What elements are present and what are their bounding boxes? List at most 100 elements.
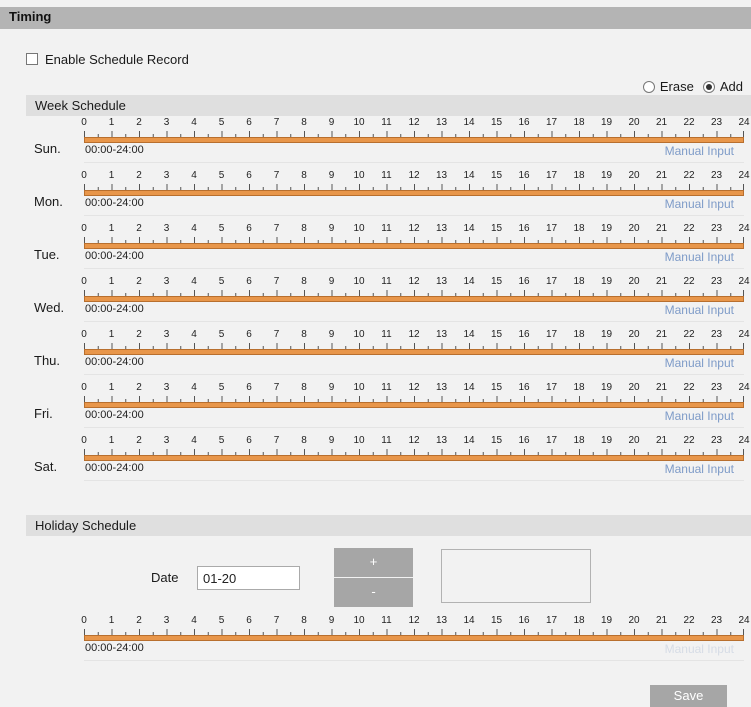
hour-label: 22: [683, 223, 695, 234]
date-label: Date: [151, 570, 179, 585]
hour-label: 13: [435, 329, 448, 340]
hour-label: 3: [163, 615, 170, 626]
hour-label: 13: [435, 223, 448, 234]
hour-label: 11: [381, 435, 392, 446]
hour-label: 7: [273, 329, 280, 340]
row-divider: [84, 660, 744, 661]
enable-schedule-row[interactable]: Enable Schedule Record: [26, 51, 189, 67]
day-row-sun-schedule-bar[interactable]: [84, 137, 744, 143]
enable-schedule-checkbox[interactable]: [26, 53, 38, 65]
hour-label: 10: [353, 615, 365, 626]
hour-label: 21: [655, 276, 668, 287]
day-row-sun-manual-input-link[interactable]: Manual Input: [665, 144, 734, 158]
hour-label: 18: [573, 382, 585, 393]
hour-label: 13: [435, 615, 448, 626]
hour-label: 9: [328, 223, 335, 234]
hour-label: 20: [628, 223, 640, 234]
hour-label: 12: [408, 615, 420, 626]
hour-label: 15: [490, 435, 503, 446]
day-row-sat-time-range: 00:00-24:00: [85, 462, 144, 474]
day-row-fri-manual-input-link[interactable]: Manual Input: [665, 409, 734, 423]
erase-radio[interactable]: [642, 80, 655, 93]
hour-label: 24: [738, 117, 750, 128]
hour-label: 5: [218, 329, 225, 340]
hour-label: 1: [108, 170, 115, 181]
hour-label: 4: [191, 382, 197, 393]
hour-label: 18: [573, 223, 585, 234]
hour-label: 23: [710, 329, 723, 340]
hour-label: 15: [490, 170, 503, 181]
day-row-thu-schedule-bar[interactable]: [84, 349, 744, 355]
add-radio[interactable]: [702, 80, 715, 93]
day-row-sat-schedule-bar[interactable]: [84, 455, 744, 461]
hour-label: 12: [408, 117, 420, 128]
hour-label: 0: [81, 615, 87, 626]
hour-label: 15: [490, 615, 503, 626]
day-row-fri-schedule-bar[interactable]: [84, 402, 744, 408]
hour-label: 21: [655, 170, 668, 181]
hour-label: 24: [738, 170, 750, 181]
hour-label: 23: [710, 170, 723, 181]
hour-label: 7: [273, 615, 280, 626]
hour-label: 9: [328, 276, 335, 287]
day-row-wed-manual-input-link[interactable]: Manual Input: [665, 303, 734, 317]
hour-label: 3: [163, 117, 170, 128]
day-row-thu-day-label: Thu.: [34, 353, 61, 368]
hour-label: 20: [628, 170, 640, 181]
hour-label: 0: [81, 223, 87, 234]
holiday-manual-input-link[interactable]: Manual Input: [665, 642, 734, 656]
save-button[interactable]: Save: [650, 685, 727, 707]
hour-label: 6: [246, 223, 252, 234]
hour-label: 3: [163, 170, 170, 181]
day-row-wed-time-range: 00:00-24:00: [85, 303, 144, 315]
hour-label: 6: [246, 117, 252, 128]
remove-date-button[interactable]: -: [334, 578, 413, 607]
day-row-thu-manual-input-link[interactable]: Manual Input: [665, 356, 734, 370]
day-row-sat-manual-input-link[interactable]: Manual Input: [665, 462, 734, 476]
hour-label: 19: [600, 276, 613, 287]
day-row-mon-schedule-bar[interactable]: [84, 190, 744, 196]
hour-label: 1: [108, 329, 115, 340]
hour-label: 15: [490, 117, 503, 128]
hour-label: 12: [408, 170, 420, 181]
holiday-date-input[interactable]: [197, 566, 300, 590]
hour-label: 23: [710, 382, 723, 393]
page-title: Timing: [9, 9, 52, 24]
hour-label: 6: [246, 276, 252, 287]
hour-label: 16: [518, 117, 530, 128]
holiday-schedule-bar[interactable]: [84, 635, 744, 641]
hour-label: 2: [136, 329, 142, 340]
add-date-button[interactable]: +: [334, 548, 413, 577]
hour-label: 7: [273, 435, 280, 446]
hour-label: 5: [218, 382, 225, 393]
day-row-tue-manual-input-link[interactable]: Manual Input: [665, 250, 734, 264]
hour-label: 23: [710, 615, 723, 626]
day-row-tue-schedule-bar[interactable]: [84, 243, 744, 249]
hour-label: 11: [381, 117, 392, 128]
hour-label: 15: [490, 276, 503, 287]
hour-label: 8: [301, 170, 307, 181]
hour-label: 11: [381, 382, 392, 393]
day-row-mon-manual-input-link[interactable]: Manual Input: [665, 197, 734, 211]
hour-label: 3: [163, 223, 170, 234]
hour-label: 6: [246, 170, 252, 181]
day-row-mon-hour-labels: 0 1 2 3 4 5 6 7 8 9 10 11 12 13 14 15 16 17 18 19 20 21 22 23 24: [81, 170, 749, 182]
hour-label: 5: [218, 435, 225, 446]
hour-label: 12: [408, 276, 420, 287]
hour-label: 8: [301, 329, 307, 340]
hour-label: 20: [628, 382, 640, 393]
day-row-wed-schedule-bar[interactable]: [84, 296, 744, 302]
day-row-mon-time-range: 00:00-24:00: [85, 197, 144, 209]
row-divider: [84, 374, 744, 375]
day-row-sun-hour-labels: 0 1 2 3 4 5 6 7 8 9 10 11 12 13 14 15 16 17 18 19 20 21 22 23 24: [81, 117, 749, 129]
hour-label: 21: [655, 382, 668, 393]
hour-label: 9: [328, 615, 335, 626]
hour-label: 18: [573, 329, 585, 340]
holiday-date-list[interactable]: [441, 549, 591, 603]
hour-label: 18: [573, 276, 585, 287]
hour-label: 19: [600, 329, 613, 340]
hour-label: 21: [655, 435, 668, 446]
hour-label: 8: [301, 615, 307, 626]
hour-label: 18: [573, 615, 585, 626]
hour-label: 5: [218, 615, 225, 626]
